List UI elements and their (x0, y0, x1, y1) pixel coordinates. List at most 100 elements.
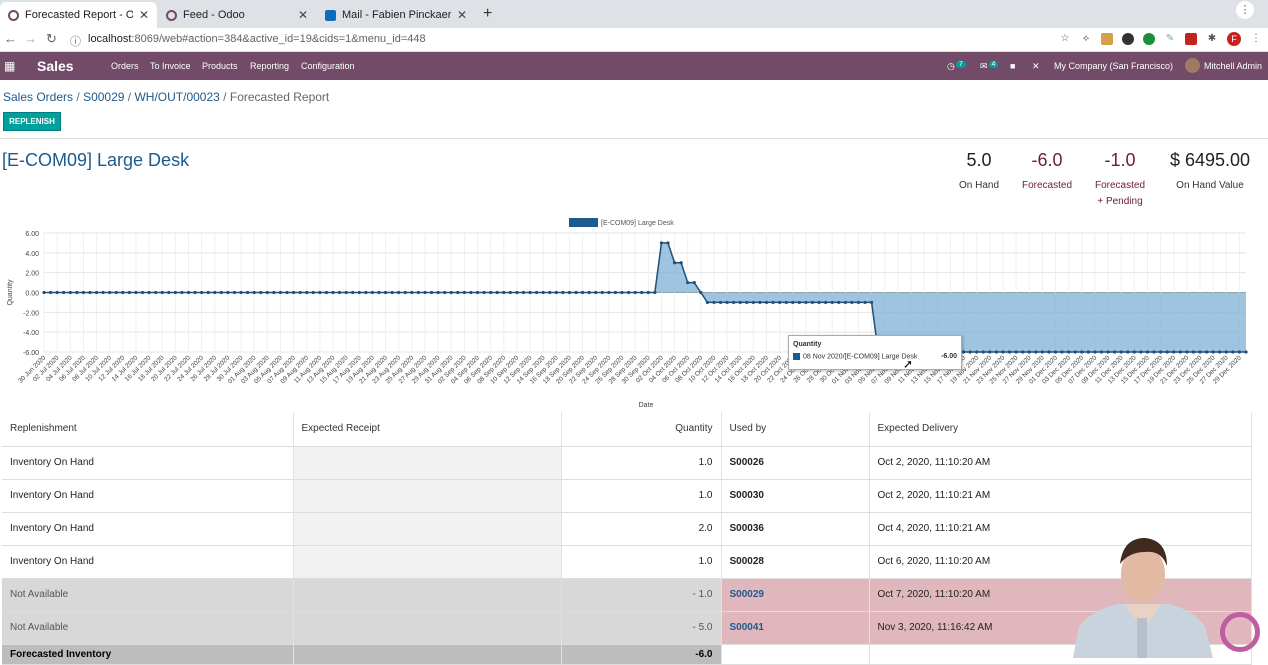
data-point (1053, 350, 1058, 354)
activity-button[interactable]: ◷ 7 (947, 61, 966, 72)
data-point (1106, 350, 1110, 354)
info-icon[interactable]: ⓘ (70, 33, 81, 49)
replenish-button[interactable]: REPLENISH (3, 112, 61, 131)
stat-forecasted[interactable]: -6.0 Forecasted (1014, 150, 1080, 194)
column-header-expected-receipt[interactable]: Expected Receipt (293, 412, 562, 447)
user-avatar[interactable] (1185, 58, 1200, 73)
data-point (1224, 350, 1228, 354)
cell-used-by-link[interactable]: S00030 (721, 479, 870, 513)
data-point (1073, 350, 1077, 354)
breadcrumb-sales-orders[interactable]: Sales Orders (3, 90, 73, 104)
user-menu[interactable]: Mitchell Admin (1204, 61, 1262, 71)
cell-used-by-link[interactable]: S00029 (721, 578, 870, 612)
data-point (791, 300, 795, 305)
table-row[interactable]: Inventory On Hand 1.0 S00026 Oct 2, 2020, 1… (2, 446, 1252, 480)
browser-tab-feed[interactable]: Feed - Odoo ✕ (158, 2, 316, 28)
column-header-used-by[interactable]: Used by (721, 412, 870, 447)
cell-used-by-link[interactable]: S00041 (721, 611, 870, 645)
data-point (121, 290, 125, 295)
messages-button[interactable]: ✉ 4 (980, 61, 999, 72)
data-point (436, 290, 440, 295)
cell-used-by-link[interactable]: S00026 (721, 446, 870, 480)
url-field[interactable]: localhost:8069/web#action=384&active_id=… (88, 33, 426, 45)
data-point (830, 300, 834, 305)
data-point (515, 290, 519, 295)
extension-icon[interactable]: ✎ (1164, 33, 1176, 45)
cell-used-by-link[interactable]: S00028 (721, 545, 870, 579)
table-row[interactable]: Inventory On Hand 1.0 S00030 Oct 2, 2020, 1… (2, 479, 1252, 513)
activity-badge: 7 (955, 61, 966, 68)
data-point (528, 290, 532, 295)
data-point (1231, 350, 1235, 354)
column-header-quantity[interactable]: Quantity (561, 412, 722, 447)
menu-orders[interactable]: Orders (111, 61, 139, 71)
data-point (318, 290, 322, 295)
table-row[interactable]: Inventory On Hand 1.0 S00028 Oct 6, 2020, 1… (2, 545, 1252, 579)
forward-icon[interactable]: → (24, 31, 37, 46)
column-header-expected-delivery[interactable]: Expected Delivery (869, 412, 1252, 447)
menu-configuration[interactable]: Configuration (301, 61, 355, 71)
back-icon[interactable]: ← (4, 31, 17, 46)
puzzle-icon[interactable]: ✱ (1206, 33, 1218, 45)
menu-reporting[interactable]: Reporting (250, 61, 289, 71)
data-point (1007, 350, 1012, 354)
menu-products[interactable]: Products (202, 61, 238, 71)
extension-icon[interactable] (1122, 33, 1134, 45)
forecast-chart[interactable]: [E-COM09] Large Desk 6.00 4.00 2.00 0.00 -2.0… (0, 212, 1268, 412)
close-icon[interactable]: ✕ (139, 8, 149, 22)
column-header-replenishment[interactable]: Replenishment (2, 412, 294, 447)
browser-tab-mail[interactable]: Mail - Fabien Pinckaers - Outlook ✕ (317, 2, 475, 28)
new-tab-button[interactable]: + (483, 5, 492, 23)
data-point (206, 290, 210, 295)
profile-avatar[interactable]: F (1227, 32, 1241, 46)
data-point (226, 290, 230, 295)
kebab-menu-icon[interactable]: ⋮ (1250, 33, 1262, 45)
breadcrumb-delivery[interactable]: WH/OUT/00023 (134, 90, 219, 104)
extension-icon[interactable] (1101, 33, 1113, 45)
data-point (1172, 350, 1176, 354)
extension-icon[interactable]: ⟡ (1080, 33, 1092, 45)
data-point (75, 290, 79, 295)
cell-replenishment: Inventory On Hand (2, 545, 294, 579)
data-point (462, 290, 466, 295)
data-point (331, 290, 335, 295)
cell-used-by-link[interactable]: S00036 (721, 512, 870, 546)
apps-grid-icon[interactable]: ▦ (4, 60, 16, 72)
stat-on-hand-value[interactable]: $ 6495.00 On Hand Value (1164, 150, 1256, 194)
table-row[interactable]: Not Available - 1.0 S00029 Oct 7, 2020, 11:… (2, 578, 1252, 612)
close-icon[interactable]: ✕ (1032, 61, 1040, 72)
data-point (101, 290, 105, 295)
data-point (620, 290, 624, 295)
star-icon[interactable]: ☆ (1059, 33, 1071, 45)
table-row[interactable]: Not Available - 5.0 S00041 Nov 3, 2020, 11:… (2, 611, 1252, 645)
tooltip-title: Quantity (793, 341, 822, 348)
data-point (1145, 350, 1150, 354)
breadcrumb-order[interactable]: S00029 (83, 90, 124, 104)
cell-replenishment: Inventory On Hand (2, 446, 294, 480)
stat-on-hand[interactable]: 5.0 On Hand (946, 150, 1012, 194)
data-point (1211, 350, 1215, 354)
cell-expected-delivery: Oct 2, 2020, 11:10:20 AM (869, 446, 1252, 480)
data-point (1047, 350, 1051, 354)
data-point (311, 290, 315, 295)
shield-icon[interactable] (1185, 33, 1197, 45)
close-icon[interactable]: ✕ (298, 8, 308, 22)
data-point (712, 300, 716, 305)
extension-icon[interactable] (1143, 33, 1155, 45)
company-switcher[interactable]: My Company (San Francisco) (1054, 61, 1173, 71)
y-tick-label: -4.00 (23, 330, 39, 337)
cell-quantity: - 5.0 (561, 611, 722, 645)
product-title[interactable]: [E-COM09] Large Desk (2, 150, 189, 171)
data-point (968, 350, 972, 354)
gift-icon[interactable]: ■ (1010, 61, 1015, 71)
table-row[interactable]: Inventory On Hand 2.0 S00036 Oct 4, 2020, 1… (2, 512, 1252, 546)
menu-to-invoice[interactable]: To Invoice (150, 61, 191, 71)
close-icon[interactable]: ✕ (457, 8, 467, 22)
odoo-icon (8, 9, 19, 21)
chrome-account-icon[interactable]: ⋮ (1236, 1, 1254, 19)
browser-tab-forecasted-report[interactable]: Forecasted Report - Odoo ✕ (0, 2, 157, 28)
data-point (758, 300, 762, 305)
reload-icon[interactable]: ↻ (46, 31, 57, 47)
stat-forecasted-pending[interactable]: -1.0 Forecasted + Pending (1086, 150, 1154, 210)
app-name[interactable]: Sales (37, 58, 74, 74)
